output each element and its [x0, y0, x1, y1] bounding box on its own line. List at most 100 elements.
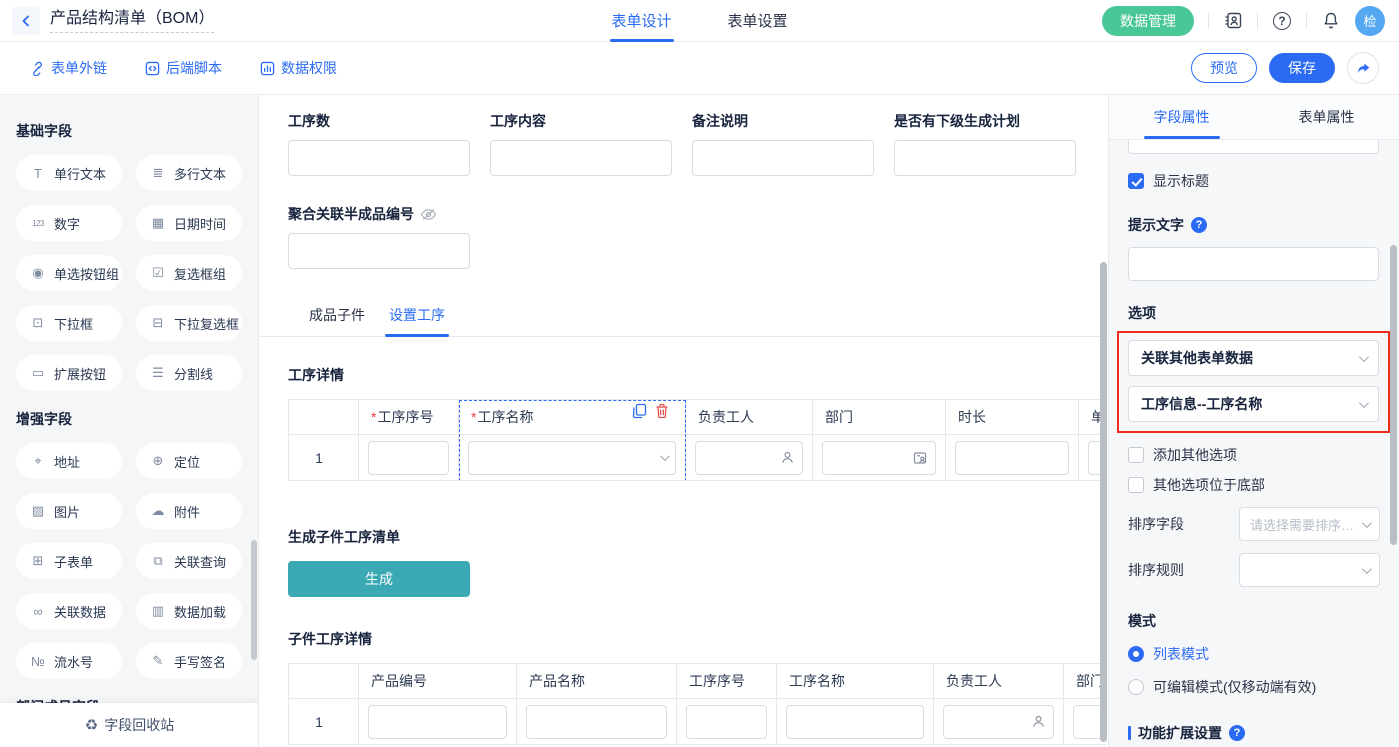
col-header-process-seq[interactable]: *工序序号 — [359, 400, 459, 434]
duration-input[interactable] — [955, 441, 1069, 475]
tab-form-settings[interactable]: 表单设置 — [728, 0, 788, 42]
col-header-sub-process-seq[interactable]: 工序序号 — [677, 664, 777, 698]
help-icon[interactable]: ? — [1272, 11, 1292, 31]
department-picker[interactable] — [822, 441, 936, 475]
field-dropdown[interactable]: ⊡下拉框 — [16, 305, 122, 341]
field-single-line-text[interactable]: T单行文本 — [16, 155, 122, 191]
product-name-input[interactable] — [526, 705, 667, 739]
divider — [1257, 13, 1258, 29]
help-icon[interactable]: ? — [1229, 725, 1245, 741]
field-divider[interactable]: ☰分割线 — [136, 355, 242, 391]
field-data-load[interactable]: ▥数据加载 — [136, 593, 242, 629]
sub-worker-picker[interactable] — [943, 705, 1054, 739]
form-field-process-count[interactable]: 工序数 — [288, 111, 470, 176]
copy-column-icon[interactable] — [632, 403, 647, 419]
col-header-sub-worker[interactable]: 负责工人 — [934, 664, 1064, 698]
product-code-input[interactable] — [368, 705, 507, 739]
field-image[interactable]: ▨图片 — [16, 493, 122, 529]
panel-scrollbar[interactable] — [1390, 245, 1397, 545]
field-signature[interactable]: ✎手写签名 — [136, 643, 242, 679]
page-title[interactable]: 产品结构清单（BOM） — [50, 9, 214, 33]
field-recycle-bin[interactable]: ♻ 字段回收站 — [0, 703, 259, 747]
sort-field-row: 排序字段 请选择需要排序的... — [1128, 507, 1380, 541]
field-datetime[interactable]: ▦日期时间 — [136, 205, 242, 241]
col-header-department[interactable]: 部门 — [813, 400, 946, 434]
text-input[interactable] — [490, 140, 672, 176]
text-input[interactable] — [288, 140, 470, 176]
form-field-sub-plan-flag[interactable]: 是否有下级生成计划 — [894, 111, 1076, 176]
field-subform[interactable]: ⊞子表单 — [16, 543, 122, 579]
back-button[interactable] — [12, 7, 40, 35]
tab-field-properties[interactable]: 字段属性 — [1109, 95, 1254, 139]
text-input[interactable] — [894, 140, 1076, 176]
tab-form-properties[interactable]: 表单属性 — [1254, 95, 1399, 139]
option-source-select[interactable]: 关联其他表单数据 — [1128, 340, 1379, 376]
field-linked-data[interactable]: ∞关联数据 — [16, 593, 122, 629]
col-header-worker[interactable]: 负责工人 — [686, 400, 813, 434]
save-button[interactable]: 保存 — [1269, 53, 1335, 83]
process-name-select[interactable] — [468, 441, 676, 475]
field-extend-button[interactable]: ▭扩展按钮 — [16, 355, 122, 391]
other-option-bottom-checkbox[interactable]: 其他选项位于底部 — [1128, 475, 1380, 495]
preview-button[interactable]: 预览 — [1191, 53, 1257, 83]
backend-script-action[interactable]: 后端脚本 — [145, 58, 222, 78]
process-table-title: 工序详情 — [288, 365, 1108, 385]
subform-icon: ⊞ — [30, 553, 46, 569]
text-input[interactable] — [288, 233, 470, 269]
extension-settings-header: 功能扩展设置 ? — [1128, 723, 1380, 743]
tab-finished-components[interactable]: 成品子件 — [309, 305, 365, 337]
data-manage-button[interactable]: 数据管理 — [1102, 6, 1194, 36]
sidebar-scrollbar[interactable] — [251, 540, 257, 660]
generate-button[interactable]: 生成 — [288, 561, 470, 597]
text-input[interactable] — [692, 140, 874, 176]
col-header-product-name[interactable]: 产品名称 — [517, 664, 677, 698]
field-location[interactable]: ⊕定位 — [136, 443, 242, 479]
form-field-remark[interactable]: 备注说明 — [692, 111, 874, 176]
field-title-input-clipped[interactable] — [1128, 140, 1379, 154]
process-seq-input[interactable] — [368, 441, 449, 475]
col-header-product-code[interactable]: 产品编号 — [359, 664, 517, 698]
sub-process-name-input[interactable] — [786, 705, 924, 739]
worker-picker[interactable] — [695, 441, 803, 475]
divider-icon: ☰ — [150, 365, 166, 381]
recycle-icon: ♻ — [85, 716, 98, 734]
chevron-down-icon — [1359, 352, 1369, 362]
delete-column-icon[interactable] — [655, 403, 669, 419]
help-icon[interactable]: ? — [1191, 217, 1207, 233]
property-panel: 字段属性 表单属性 显示标题 提示文字 ? 选项 关联其他表单数据 工序信息--… — [1108, 95, 1399, 747]
field-multi-dropdown[interactable]: ⊟下拉复选框 — [136, 305, 242, 341]
form-field-process-content[interactable]: 工序内容 — [490, 111, 672, 176]
option-field-select[interactable]: 工序信息--工序名称 — [1128, 386, 1379, 422]
mode-editable-radio[interactable]: 可编辑模式(仅移动端有效) — [1128, 677, 1380, 697]
code-icon — [145, 61, 160, 76]
field-multi-line-text[interactable]: ≣多行文本 — [136, 155, 242, 191]
col-header-duration[interactable]: 时长 — [946, 400, 1079, 434]
radio-icon: ◉ — [30, 265, 46, 281]
field-number[interactable]: 123数字 — [16, 205, 122, 241]
external-link-action[interactable]: 表单外链 — [30, 58, 107, 78]
add-other-option-checkbox[interactable]: 添加其他选项 — [1128, 445, 1380, 465]
contacts-icon[interactable] — [1223, 11, 1243, 31]
hint-text-input[interactable] — [1128, 247, 1379, 281]
data-permission-action[interactable]: 数据权限 — [260, 58, 337, 78]
field-checkbox-group[interactable]: ☑复选框组 — [136, 255, 242, 291]
tab-form-design[interactable]: 表单设计 — [611, 0, 671, 42]
col-header-sub-process-name[interactable]: 工序名称 — [777, 664, 934, 698]
field-address[interactable]: ⌖地址 — [16, 443, 122, 479]
notification-bell-icon[interactable] — [1321, 11, 1341, 31]
form-field-aggregate-code[interactable]: 聚合关联半成品编号 — [288, 204, 1108, 269]
field-radio-group[interactable]: ◉单选按钮组 — [16, 255, 122, 291]
field-serial-number[interactable]: №流水号 — [16, 643, 122, 679]
mode-list-radio[interactable]: 列表模式 — [1128, 644, 1380, 664]
field-attachment[interactable]: ☁附件 — [136, 493, 242, 529]
sort-rule-select[interactable] — [1239, 553, 1380, 587]
form-fields-row: 工序数 工序内容 备注说明 是否有下级生成计划 — [288, 111, 1108, 176]
sub-process-seq-input[interactable] — [686, 705, 767, 739]
accent-bar — [1128, 726, 1131, 740]
share-button[interactable] — [1347, 52, 1379, 84]
user-avatar[interactable]: 检 — [1355, 6, 1385, 36]
field-linked-query[interactable]: ⧉关联查询 — [136, 543, 242, 579]
sort-field-select[interactable]: 请选择需要排序的... — [1239, 507, 1380, 541]
tab-set-process[interactable]: 设置工序 — [389, 305, 445, 337]
show-title-checkbox[interactable]: 显示标题 — [1128, 171, 1380, 191]
